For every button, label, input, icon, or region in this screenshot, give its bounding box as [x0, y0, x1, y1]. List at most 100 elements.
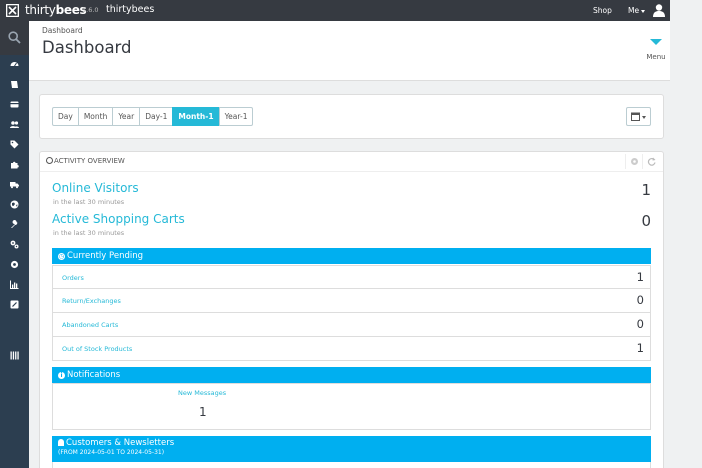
shop-link[interactable]: Shop	[593, 6, 612, 15]
sidebar-item-preferences[interactable]	[0, 215, 29, 235]
me-menu-label: Me	[628, 6, 640, 15]
date-range-picker-button[interactable]	[626, 107, 651, 126]
section-title: Currently Pending	[67, 251, 143, 261]
me-menu[interactable]: Me	[628, 6, 646, 15]
gear-icon	[10, 260, 19, 269]
info-icon: i	[58, 372, 65, 379]
cogs-icon	[10, 240, 19, 249]
section-title-text: Customers & Newsletters	[66, 438, 175, 448]
top-bar: thirtybees 1.6.0 thirtybees Shop Me	[0, 0, 670, 21]
sidebar-item-price-rules[interactable]	[0, 135, 29, 155]
clock-icon: ◷	[58, 253, 65, 260]
customers-newsletters-body	[52, 462, 651, 468]
pending-returns-value: 0	[636, 293, 644, 307]
thirtybees-logo-icon[interactable]	[6, 4, 19, 17]
caret-down-icon	[641, 9, 646, 13]
bar-chart-icon	[10, 280, 19, 289]
pending-orders-value: 1	[636, 270, 644, 284]
list-item: Return/Exchanges 0	[52, 289, 651, 313]
sidebar-item-catalog[interactable]	[0, 75, 29, 95]
calendar-icon	[631, 112, 640, 121]
notifications-box: New Messages 1	[52, 383, 651, 430]
wrench-icon	[11, 220, 18, 228]
online-visitors-value: 1	[641, 181, 651, 199]
active-carts-subtitle: in the last 30 minutes	[53, 229, 125, 237]
customers-icon	[10, 121, 19, 128]
out-of-stock-value: 1	[636, 341, 644, 355]
refresh-button[interactable]	[642, 154, 659, 169]
section-title: Customers & Newsletters	[58, 438, 651, 448]
sidebar-item-modules[interactable]	[0, 155, 29, 175]
globe-icon	[10, 200, 19, 209]
date-range-label: (FROM 2024-05-01 TO 2024-05-31)	[58, 449, 165, 456]
panel-tools	[625, 154, 659, 169]
sidebar-item-notes[interactable]	[0, 295, 29, 315]
sidebar-item-localization[interactable]	[0, 195, 29, 215]
notifications-header: i Notifications	[52, 367, 651, 383]
user-icon[interactable]	[652, 3, 666, 17]
abandoned-carts-link[interactable]: Abandoned Carts	[62, 321, 118, 329]
page-header: Dashboard Dashboard Menu	[29, 21, 670, 81]
gear-icon	[631, 158, 638, 165]
sidebar-item-advanced-parameters[interactable]	[0, 235, 29, 255]
active-carts-value: 0	[641, 212, 651, 230]
period-previous-year-button[interactable]: Year-1	[218, 107, 254, 126]
clock-icon	[46, 157, 53, 164]
catalog-icon	[11, 81, 18, 88]
pending-list: Orders 1 Return/Exchanges 0 Abandoned Ca…	[52, 265, 651, 361]
period-previous-month-button[interactable]: Month-1	[172, 107, 220, 126]
menu-label: Menu	[646, 53, 666, 61]
chevron-down-icon	[650, 39, 662, 45]
list-item: Orders 1	[52, 265, 651, 289]
new-messages-link[interactable]: New Messages	[178, 389, 226, 397]
pending-orders-link[interactable]: Orders	[62, 274, 84, 282]
truck-icon	[10, 182, 19, 189]
panel-heading: Activity overview	[40, 152, 663, 172]
configure-button[interactable]	[625, 154, 642, 169]
out-of-stock-link[interactable]: Out of Stock Products	[62, 345, 132, 353]
activity-overview-panel: Activity overview Online Visitors in the…	[39, 151, 664, 468]
refresh-icon	[647, 157, 656, 166]
online-visitors-link[interactable]: Online Visitors	[52, 181, 139, 195]
sidebar	[0, 21, 29, 468]
menu-toggle-button[interactable]: Menu	[641, 39, 671, 61]
sidebar-search-button[interactable]	[0, 21, 29, 55]
sidebar-item-shipping[interactable]	[0, 175, 29, 195]
abandoned-carts-value: 0	[636, 317, 644, 331]
breadcrumb[interactable]: Dashboard	[42, 26, 83, 35]
brand-logo-text[interactable]: thirtybees	[25, 3, 87, 17]
collapse-icon	[10, 351, 19, 360]
sidebar-item-orders[interactable]	[0, 95, 29, 115]
panel-title-text: Activity overview	[54, 157, 125, 165]
sidebar-item-dashboard[interactable]	[0, 54, 29, 74]
orders-icon	[10, 101, 19, 108]
list-item: Out of Stock Products 1	[52, 337, 651, 361]
customers-newsletters-header: Customers & Newsletters (FROM 2024-05-01…	[52, 436, 651, 462]
sidebar-item-administration[interactable]	[0, 255, 29, 275]
period-month-button[interactable]: Month	[77, 107, 114, 126]
tags-icon	[10, 140, 19, 149]
dashboard-icon	[10, 62, 19, 67]
sidebar-collapse-toggle[interactable]	[0, 346, 29, 366]
sidebar-item-stats[interactable]	[0, 275, 29, 295]
new-messages-value: 1	[199, 405, 207, 419]
list-item: Abandoned Carts 0	[52, 313, 651, 337]
sidebar-item-customers[interactable]	[0, 115, 29, 135]
period-day-button[interactable]: Day	[52, 107, 79, 126]
section-title: Notifications	[67, 370, 121, 380]
version-label: 1.6.0	[82, 6, 99, 14]
online-visitors-subtitle: in the last 30 minutes	[53, 198, 125, 206]
puzzle-icon	[11, 161, 19, 169]
page-title: Dashboard	[42, 38, 132, 57]
active-carts-link[interactable]: Active Shopping Carts	[52, 212, 185, 226]
period-selector-panel: Day Month Year Day-1 Month-1 Year-1	[39, 94, 664, 139]
period-year-button[interactable]: Year	[112, 107, 141, 126]
shop-name: thirtybees	[106, 4, 155, 15]
currently-pending-header: ◷ Currently Pending	[52, 248, 651, 264]
edit-icon	[10, 300, 19, 309]
pending-returns-link[interactable]: Return/Exchanges	[62, 297, 121, 305]
period-button-group: Day Month Year Day-1 Month-1 Year-1	[52, 107, 254, 126]
period-previous-day-button[interactable]: Day-1	[139, 107, 174, 126]
panel-title: Activity overview	[46, 157, 125, 165]
caret-down-icon	[642, 116, 646, 119]
